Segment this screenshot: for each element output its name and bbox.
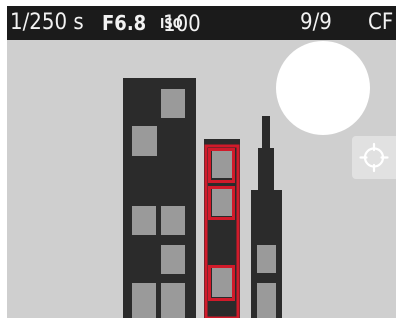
window [161, 283, 185, 318]
subject-scene [7, 40, 396, 318]
building-left [123, 78, 196, 318]
focus-mode-button[interactable] [352, 136, 396, 179]
window [212, 268, 232, 297]
frame-counter: 9/9 [300, 10, 332, 35]
crosshair-icon [359, 142, 389, 173]
scene-graphic [123, 41, 370, 318]
window [257, 245, 276, 273]
aperture: F6.8 [102, 11, 147, 35]
card-indicator: CF [368, 10, 394, 35]
window [161, 89, 185, 118]
viewfinder-screen: 1/250 s F6.8 ISO 100 9/9 CF [7, 6, 396, 318]
window [257, 283, 276, 318]
shutter-speed: 1/250 s [10, 10, 84, 35]
status-bar: 1/250 s F6.8 ISO 100 9/9 CF [7, 6, 396, 40]
window [132, 283, 156, 318]
window [212, 189, 232, 216]
sun-disc [276, 41, 370, 135]
window [212, 151, 232, 178]
iso-value: 100 [163, 12, 201, 37]
window [132, 126, 157, 156]
window [161, 245, 185, 274]
window [161, 206, 185, 235]
window [132, 206, 156, 235]
